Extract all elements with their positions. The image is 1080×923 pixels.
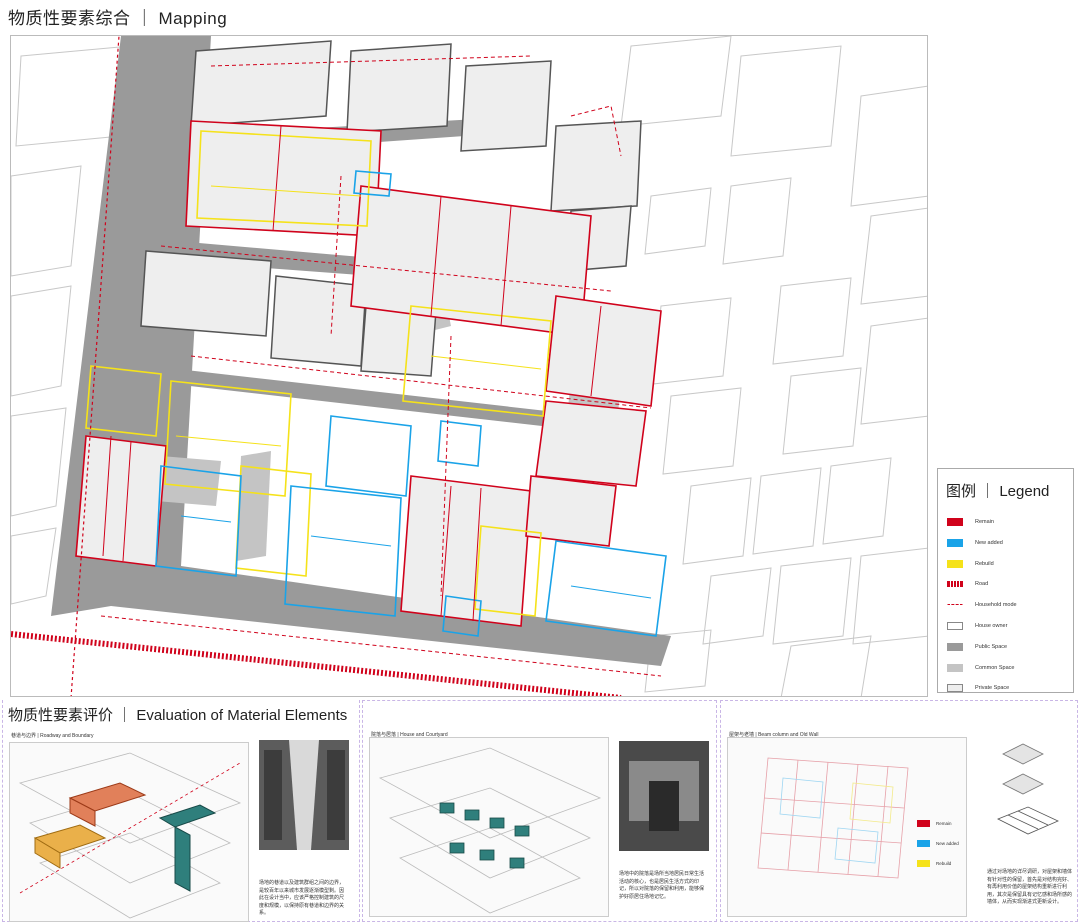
legend-item: Rebuild (947, 554, 1072, 574)
site-map (10, 35, 928, 697)
mini-legend-label: New added (936, 840, 959, 846)
legend-swatch (947, 642, 963, 651)
mini-legend-swatch (917, 839, 930, 847)
panel-beam-column-wall: 屋架与老墙 | Beam column and Old Wall Remain N… (720, 700, 1078, 922)
mini-legend-swatch (917, 859, 930, 867)
legend-label: New added (975, 539, 1003, 546)
legend-item: Household mode (947, 595, 1072, 615)
legend-label: Private Space (975, 685, 1010, 692)
mini-legend-label: Remain (936, 820, 952, 826)
panel-caption: 场地的巷道以及建筑群组之间的边界，是较百年以来城市发展逐渐模型剩。因此在设计当中… (259, 880, 345, 916)
alley-photo (259, 740, 349, 850)
axonometric-roadway (9, 742, 249, 922)
legend-swatch (947, 663, 963, 672)
legend-label: Public Space (975, 643, 1008, 650)
roof-layers-diagram (997, 743, 1059, 835)
legend-label: Road (975, 581, 989, 588)
legend-swatch (947, 518, 963, 526)
section-title: 物质性要素评价 ｜ Evaluation of Material Element… (8, 707, 348, 724)
legend-label: Common Space (975, 664, 1015, 671)
mini-legend-swatch (917, 819, 930, 827)
panel-label: 巷道与边界 | Roadway and Boundary (11, 733, 94, 739)
legend-label: House owner (975, 622, 1008, 629)
legend-swatch (947, 604, 963, 606)
mini-legend-item: Remain (917, 813, 959, 833)
legend-item: Remain (947, 512, 1072, 532)
mini-legend: Remain New added Rebuild (917, 813, 959, 873)
mini-legend-item: New added (917, 833, 959, 853)
mini-legend-label: Rebuild (936, 860, 952, 866)
panel-caption: 通过对场地的详尽调研，对屋架和墙体有针对性的保留，首先是对结构完好、有再利用价值… (987, 869, 1073, 905)
courtyard-photo (619, 741, 709, 851)
legend-item: Private Space (947, 678, 1072, 698)
legend-box: 图例 ｜ Legend Remain New added Rebuild Road Ho… (937, 468, 1074, 693)
legend-swatch (947, 684, 963, 693)
legend-item: Road (947, 574, 1072, 594)
legend-swatch (947, 581, 963, 588)
legend-item: Public Space (947, 637, 1072, 657)
legend-label: Household mode (975, 602, 1017, 609)
legend-list: Remain New added Rebuild Road Household mode… (947, 512, 1072, 699)
panel-house-courtyard: 院落与居落 | House and Courtyard 场地中的院落是场所当地居… (362, 700, 717, 922)
legend-label: Remain (975, 519, 994, 525)
legend-swatch (947, 559, 963, 568)
legend-swatch (947, 538, 963, 547)
panel-caption: 场地中的院落是场所当地居民日常生活活动的核心，也是居民生活方式的印记，所以对院落… (619, 871, 705, 900)
panel-roadway-boundary: 巷道与边界 | Roadway and Boundary 场地的巷道以及建筑群组… (2, 700, 360, 922)
mini-legend-item: Rebuild (917, 853, 959, 873)
site-map-drawing (11, 36, 927, 696)
legend-item: House owner (947, 616, 1072, 636)
legend-item: New added (947, 533, 1072, 553)
legend-item: Common Space (947, 658, 1072, 678)
legend-swatch (947, 621, 963, 630)
page-title: 物质性要素综合 ｜ Mapping (8, 9, 228, 28)
legend-label: Rebuild (975, 560, 994, 567)
axonometric-courtyard (369, 737, 609, 917)
legend-title: 图例 ｜ Legend (946, 483, 1050, 500)
